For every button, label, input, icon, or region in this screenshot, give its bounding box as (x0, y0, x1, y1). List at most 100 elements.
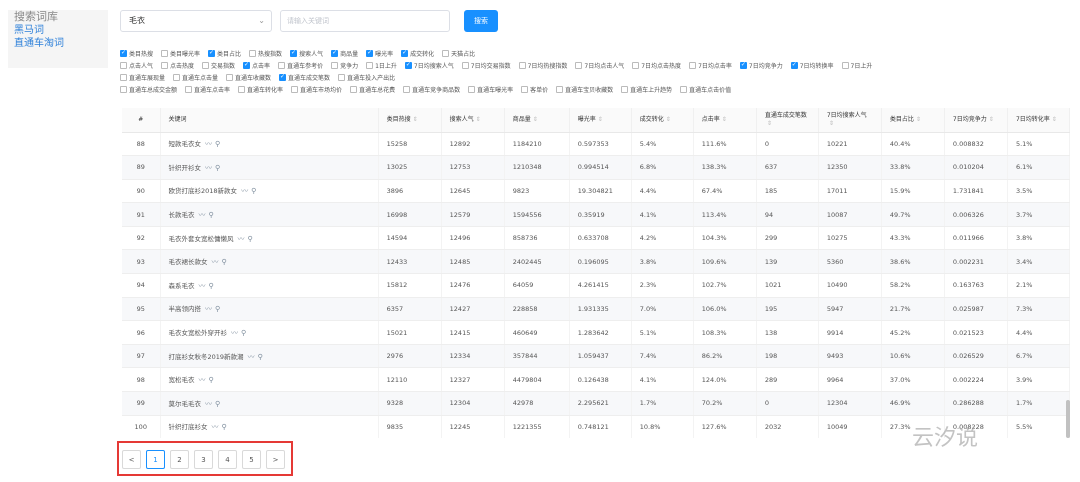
trend-icon[interactable]: 〰 (199, 376, 206, 384)
filter-checkbox[interactable]: ✓ 类目占比 (208, 49, 241, 58)
filter-checkbox[interactable]: 7日均热搜指数 (518, 61, 567, 70)
next-page-button[interactable]: > (266, 450, 285, 469)
filter-checkbox[interactable]: 7日均点击热度 (632, 61, 681, 70)
trend-icon[interactable]: 〰 (205, 400, 212, 408)
cell-value[interactable]: 针织开衫女 (169, 164, 202, 172)
column-header[interactable]: 点击率 ⇕ (693, 108, 757, 133)
filter-checkbox[interactable]: ✓ 类目热搜 (120, 49, 153, 58)
column-header[interactable]: 成交转化 ⇕ (631, 108, 694, 133)
column-header[interactable]: 搜索人气 ⇕ (441, 108, 505, 133)
trend-icon[interactable]: 〰 (231, 329, 238, 337)
column-header[interactable]: 7日均竞争力 ⇕ (944, 108, 1008, 133)
search-icon[interactable]: ⚲ (209, 211, 214, 219)
sidebar-item-dark-horse[interactable]: 黑马词 (8, 24, 108, 37)
trend-icon[interactable]: 〰 (212, 258, 219, 266)
trend-icon[interactable]: 〰 (212, 423, 219, 431)
filter-checkbox[interactable]: 直通车点击量 (173, 73, 218, 82)
trend-icon[interactable]: 〰 (205, 164, 212, 172)
search-icon[interactable]: ⚲ (209, 282, 214, 290)
filter-checkbox[interactable]: 直通车总成交金额 (120, 85, 177, 94)
filter-checkbox[interactable]: 7日上升 (841, 61, 872, 70)
filter-checkbox[interactable]: 竞争力 (331, 61, 358, 70)
search-icon[interactable]: ⚲ (222, 258, 227, 266)
column-header[interactable]: 7日均转化率 ⇕ (1007, 108, 1070, 133)
search-icon[interactable]: ⚲ (251, 187, 256, 195)
filter-checkbox[interactable]: 交易指数 (202, 61, 235, 70)
page-number-button[interactable]: 4 (218, 450, 237, 469)
filter-checkbox[interactable]: 7日均交易指数 (461, 61, 511, 70)
sort-icon[interactable]: ⇕ (989, 116, 994, 123)
trend-icon[interactable]: 〰 (248, 353, 255, 361)
search-icon[interactable]: ⚲ (209, 376, 214, 384)
cell-value[interactable]: 莫尔毛毛衣 (169, 400, 202, 408)
cell-value[interactable]: 毛衣裙长款女 (169, 258, 208, 266)
cell-value[interactable]: 森系毛衣 (169, 282, 195, 290)
sort-icon[interactable]: ⇕ (598, 116, 603, 123)
filter-checkbox[interactable]: 直通车上升趋势 (621, 85, 672, 94)
column-header[interactable]: 类目热搜 ⇕ (378, 108, 442, 133)
page-number-button[interactable]: 5 (242, 450, 261, 469)
search-icon[interactable]: ⚲ (222, 423, 227, 431)
filter-checkbox[interactable]: 7日均点击人气 (575, 61, 624, 70)
search-icon[interactable]: ⚲ (215, 305, 220, 313)
filter-checkbox[interactable]: 1日上升 (366, 61, 397, 70)
sort-icon[interactable]: ⇕ (1052, 116, 1057, 123)
column-header[interactable]: 商品量 ⇕ (504, 108, 570, 133)
sort-icon[interactable]: ⇕ (829, 120, 834, 127)
filter-checkbox[interactable]: ✓ 商品量 (331, 49, 358, 58)
filter-checkbox[interactable]: 直通车宝贝收藏数 (556, 85, 613, 94)
cell-value[interactable]: 半高领内搭 (169, 305, 202, 313)
filter-checkbox[interactable]: 直通车参考价 (278, 61, 323, 70)
cell-value[interactable]: 宽松毛衣 (169, 376, 195, 384)
filter-checkbox[interactable]: 直通车展现量 (120, 73, 165, 82)
search-icon[interactable]: ⚲ (248, 235, 253, 243)
filter-checkbox[interactable]: ✓ 搜索人气 (290, 49, 323, 58)
sidebar-item-search-library[interactable]: 搜索词库 (8, 10, 108, 24)
column-header[interactable]: 曝光率 ⇕ (569, 108, 632, 133)
filter-checkbox[interactable]: ✓ 曝光率 (366, 49, 393, 58)
cell-value[interactable]: 短款毛衣女 (169, 140, 202, 148)
trend-icon[interactable]: 〰 (199, 211, 206, 219)
search-icon[interactable]: ⚲ (215, 400, 220, 408)
cell-value[interactable]: 毛衣女宽松外穿开衫 (169, 329, 228, 337)
page-number-button[interactable]: 2 (170, 450, 189, 469)
column-header[interactable]: 直通车成交笔数⇕ (756, 108, 819, 133)
filter-checkbox[interactable]: 热搜指数 (249, 49, 282, 58)
filter-checkbox[interactable]: 直通车转化率 (238, 85, 283, 94)
filter-checkbox[interactable]: 点击热度 (161, 61, 194, 70)
trend-icon[interactable]: 〰 (205, 140, 212, 148)
sort-icon[interactable]: ⇕ (722, 116, 727, 123)
search-icon[interactable]: ⚲ (241, 329, 246, 337)
filter-checkbox[interactable]: 直通车点击率 (185, 85, 230, 94)
filter-checkbox[interactable]: ✓ 直通车成交笔数 (279, 73, 330, 82)
search-icon[interactable]: ⚲ (215, 164, 220, 172)
filter-checkbox[interactable]: ✓ 7日均搜索人气 (404, 61, 454, 70)
sort-icon[interactable]: ⇕ (666, 116, 671, 123)
trend-icon[interactable]: 〰 (238, 235, 245, 243)
filter-checkbox[interactable]: 天猫占比 (442, 49, 475, 58)
filter-checkbox[interactable]: 直通车市场均价 (291, 85, 342, 94)
search-button[interactable]: 搜索 (464, 10, 498, 32)
prev-page-button[interactable]: < (122, 450, 141, 469)
filter-checkbox[interactable]: 直通车总花费 (350, 85, 395, 94)
cell-value[interactable]: 欧货打底衫2018新款女 (169, 187, 238, 195)
sidebar-item-ztc-keywords[interactable]: 直通车淘词 (8, 37, 108, 50)
filter-checkbox[interactable]: 7日均点击率 (689, 61, 732, 70)
cell-value[interactable]: 长款毛衣 (169, 211, 195, 219)
sort-icon[interactable]: ⇕ (533, 116, 538, 123)
cell-value[interactable]: 针织打底衫女 (169, 423, 208, 431)
cell-value[interactable]: 打底衫女秋冬2019新款潮 (169, 353, 244, 361)
trend-icon[interactable]: 〰 (241, 187, 248, 195)
filter-checkbox[interactable]: ✓ 点击率 (243, 61, 270, 70)
trend-icon[interactable]: 〰 (205, 305, 212, 313)
page-number-button[interactable]: 3 (194, 450, 213, 469)
filter-checkbox[interactable]: 直通车收藏数 (226, 73, 271, 82)
filter-checkbox[interactable]: ✓ 7日均竞争力 (739, 61, 783, 70)
filter-checkbox[interactable]: 点击人气 (120, 61, 153, 70)
sort-icon[interactable]: ⇕ (413, 116, 418, 123)
filter-checkbox[interactable]: 直通车曝光率 (468, 85, 513, 94)
filter-checkbox[interactable]: 直通车点击价值 (680, 85, 731, 94)
trend-icon[interactable]: 〰 (199, 282, 206, 290)
page-number-button[interactable]: 1 (146, 450, 165, 469)
keyword-search-input[interactable] (280, 10, 450, 32)
